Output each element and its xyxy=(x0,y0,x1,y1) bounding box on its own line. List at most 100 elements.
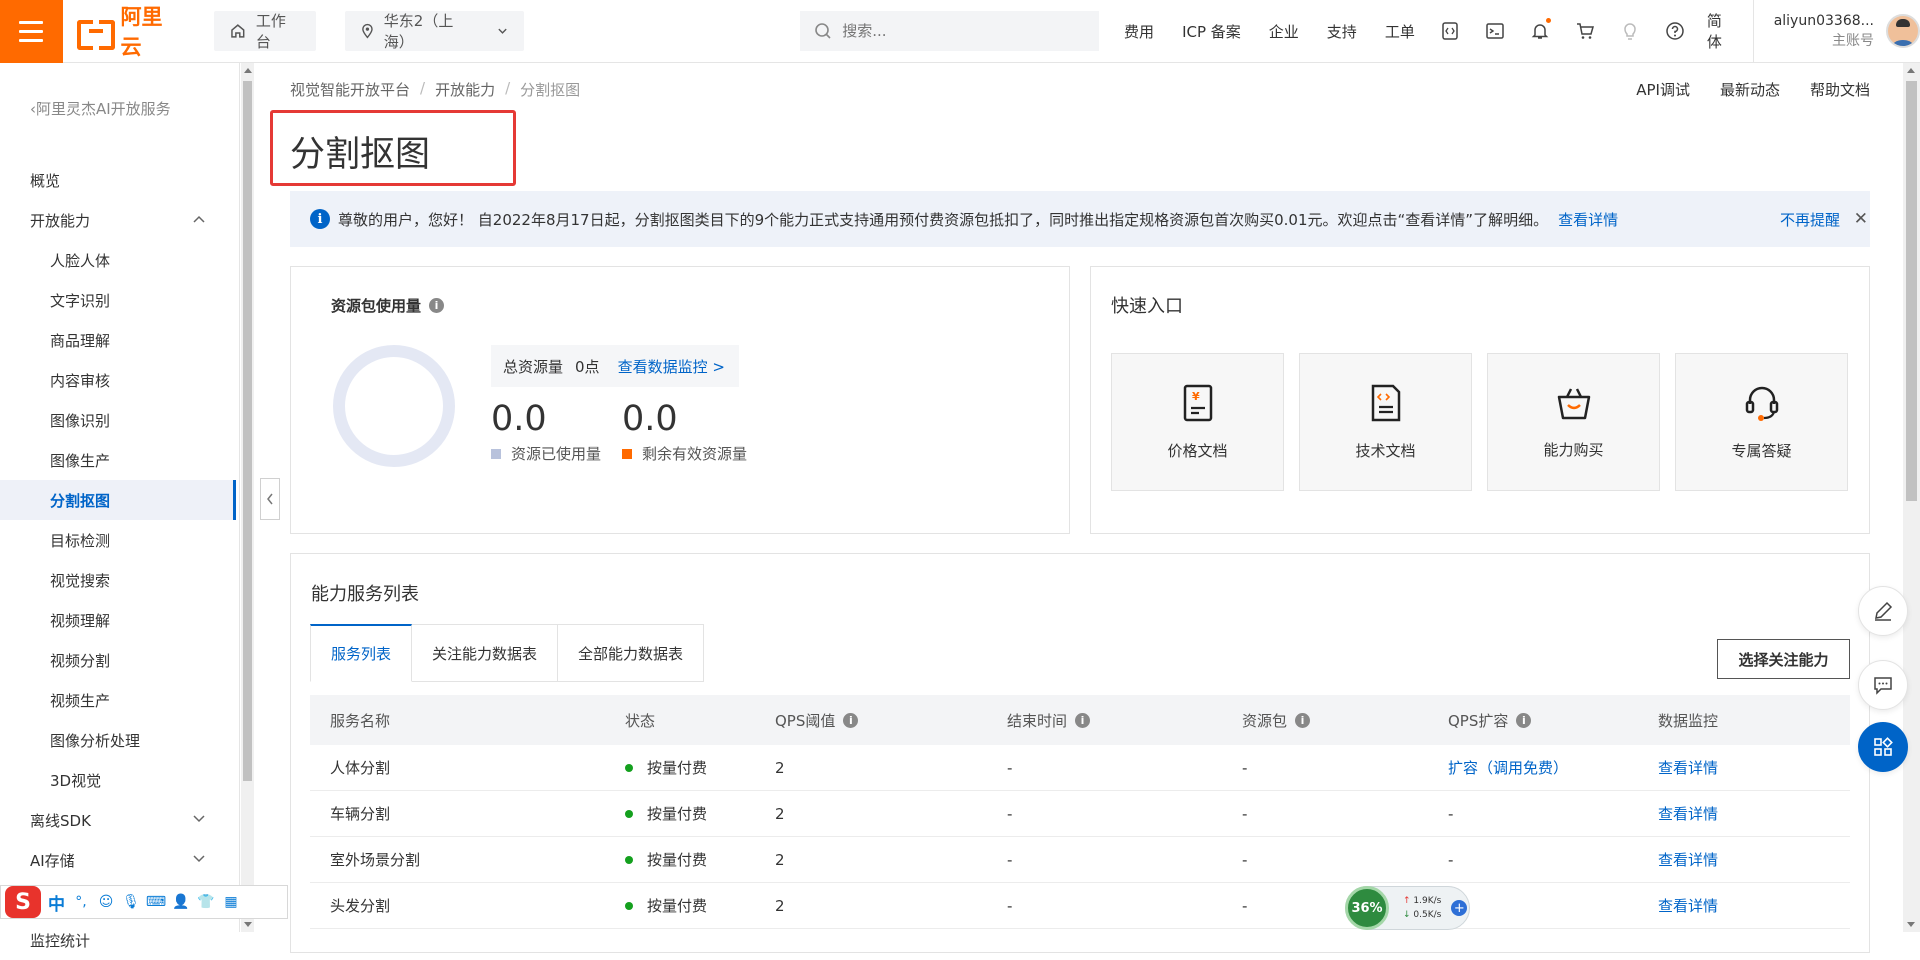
sidebar-item[interactable]: 目标检测 xyxy=(0,520,236,560)
sidebar-item[interactable]: 概览 xyxy=(0,160,236,200)
sidebar-item[interactable]: 监控统计 xyxy=(0,920,236,960)
cell-expand: - xyxy=(1448,804,1454,823)
search-input[interactable] xyxy=(842,22,1083,40)
cell-monitor[interactable]: 查看详情 xyxy=(1658,895,1718,916)
top-link-support[interactable]: 支持 xyxy=(1327,21,1357,42)
page-scroll-thumb[interactable] xyxy=(1906,81,1917,501)
quick-tile-price-doc[interactable]: ¥ 价格文档 xyxy=(1111,353,1284,491)
scroll-down-arrow[interactable] xyxy=(1907,922,1915,927)
info-icon[interactable]: i xyxy=(843,712,859,728)
cell-monitor[interactable]: 查看详情 xyxy=(1658,757,1718,778)
edit-float-button[interactable] xyxy=(1858,586,1908,636)
sidebar-item[interactable]: 文字识别 xyxy=(0,280,236,320)
sidebar-item[interactable]: 内容审核 xyxy=(0,360,236,400)
language-switch[interactable]: 简体 xyxy=(1707,10,1737,52)
notice-details-link[interactable]: 查看详情 xyxy=(1558,209,1618,230)
info-icon[interactable]: i xyxy=(1075,712,1091,728)
region-selector[interactable]: 华东2（上海） xyxy=(344,11,525,51)
info-icon[interactable]: i xyxy=(1516,712,1532,728)
terminal-icon[interactable] xyxy=(1484,20,1506,42)
chat-float-button[interactable] xyxy=(1858,660,1908,710)
top-link-enterprise[interactable]: 企业 xyxy=(1269,21,1299,42)
cell-expand[interactable]: 扩容（调用免费） xyxy=(1448,757,1568,778)
search-box[interactable] xyxy=(800,11,1100,51)
skin-shirt-icon[interactable]: 👕 xyxy=(197,893,215,911)
sidebar-item[interactable]: 离线SDK xyxy=(0,800,236,840)
sidebar-item[interactable]: 图像识别 xyxy=(0,400,236,440)
keyboard-icon[interactable]: ⌨ xyxy=(146,893,166,911)
quick-tile-support[interactable]: 专属答疑 xyxy=(1675,353,1848,491)
shopping-bag-icon xyxy=(1557,387,1590,419)
news-link[interactable]: 最新动态 xyxy=(1720,79,1780,100)
sidebar-back-link[interactable]: ‹阿里灵杰AI开放服务 xyxy=(30,98,171,119)
toolbox-grid-icon[interactable]: ▦ xyxy=(222,893,240,911)
table-cell: 扩容（调用免费） xyxy=(1428,757,1638,778)
bell-icon[interactable] xyxy=(1529,18,1551,42)
ime-mode-toggle[interactable]: 中 xyxy=(48,890,65,915)
breadcrumb-item[interactable]: 视觉智能开放平台 xyxy=(290,79,410,100)
breadcrumb-item[interactable]: 开放能力 xyxy=(435,79,495,100)
notice-dismiss-link[interactable]: 不再提醒 xyxy=(1780,209,1840,230)
tab-all-data[interactable]: 全部能力数据表 xyxy=(558,624,705,682)
scroll-up-arrow[interactable] xyxy=(1907,68,1915,73)
emoji-icon[interactable]: ☺ xyxy=(97,893,115,911)
close-icon[interactable]: ✕ xyxy=(1854,209,1868,229)
apps-float-button[interactable] xyxy=(1858,722,1908,772)
sidebar-collapse-button[interactable] xyxy=(260,478,280,520)
info-icon[interactable]: i xyxy=(429,298,445,313)
top-link-fees[interactable]: 费用 xyxy=(1124,21,1154,42)
sogou-logo-icon[interactable]: S xyxy=(5,886,41,918)
account-menu[interactable]: aliyun03368... 主账号 xyxy=(1752,0,1920,63)
sidebar-item[interactable]: 3D视觉 xyxy=(0,760,236,800)
sidebar-item[interactable]: 商品理解 xyxy=(0,320,236,360)
top-link-icp[interactable]: ICP 备案 xyxy=(1182,21,1241,42)
help-icon[interactable] xyxy=(1664,20,1686,42)
info-icon[interactable]: i xyxy=(1295,712,1311,728)
page-scrollbar[interactable] xyxy=(1903,63,1920,932)
table-cell: 按量付费 xyxy=(605,757,755,778)
sidebar-item[interactable]: 开放能力 xyxy=(0,200,236,240)
sidebar-item[interactable]: AI存储 xyxy=(0,840,236,880)
help-docs-link[interactable]: 帮助文档 xyxy=(1810,79,1870,100)
sidebar-item[interactable]: 视频生产 xyxy=(0,680,236,720)
avatar[interactable] xyxy=(1885,14,1920,48)
tab-followed-data[interactable]: 关注能力数据表 xyxy=(412,624,559,682)
hamburger-menu-button[interactable] xyxy=(0,0,63,63)
punctuation-icon[interactable]: °, xyxy=(72,893,90,911)
sidebar-item[interactable]: 图像分析处理 xyxy=(0,720,236,760)
sidebar-item[interactable]: 视频理解 xyxy=(0,600,236,640)
select-followed-button[interactable]: 选择关注能力 xyxy=(1717,639,1850,679)
plus-icon[interactable]: + xyxy=(1451,900,1468,916)
quick-tile-purchase[interactable]: 能力购买 xyxy=(1487,353,1660,491)
data-monitor-link[interactable]: 查看数据监控 > xyxy=(618,356,725,377)
scroll-up-arrow[interactable] xyxy=(244,68,252,73)
sidebar-scrollbar[interactable] xyxy=(241,63,254,932)
quick-tile-tech-doc[interactable]: 技术文档 xyxy=(1299,353,1472,491)
user-icon[interactable]: 👤 xyxy=(172,893,190,911)
code-icon[interactable] xyxy=(1439,20,1461,42)
sidebar-item[interactable]: 视觉搜索 xyxy=(0,560,236,600)
aliyun-logo[interactable]: 阿里云 xyxy=(76,1,184,61)
sidebar-item[interactable]: 人脸人体 xyxy=(0,240,236,280)
sidebar-item-label: 商品理解 xyxy=(50,331,111,350)
cart-icon[interactable] xyxy=(1574,20,1596,42)
sidebar-item[interactable]: 图像生产 xyxy=(0,440,236,480)
sidebar-item[interactable]: 分割抠图 xyxy=(0,480,236,520)
search-icon xyxy=(815,23,831,39)
cell-monitor[interactable]: 查看详情 xyxy=(1658,803,1718,824)
tab-service-list[interactable]: 服务列表 xyxy=(310,624,413,682)
sidebar-item-label: 视频分割 xyxy=(50,651,111,670)
cell-monitor[interactable]: 查看详情 xyxy=(1658,849,1718,870)
sidebar-item[interactable]: 视频分割 xyxy=(0,640,236,680)
lightbulb-icon[interactable] xyxy=(1619,20,1641,42)
network-monitor-widget[interactable]: 36% ↑ 1.9K/s ↓ 0.5K/s + xyxy=(1345,886,1470,930)
workbench-button[interactable]: 工作台 xyxy=(214,11,316,51)
api-debug-link[interactable]: API调试 xyxy=(1636,79,1690,100)
sidebar-item-label: 图像分析处理 xyxy=(50,731,141,750)
usage-title-text: 资源包使用量 xyxy=(331,297,422,315)
scroll-down-arrow[interactable] xyxy=(244,922,252,927)
cell-status: 按量付费 xyxy=(647,805,708,823)
microphone-icon[interactable]: 🎙 xyxy=(122,893,140,911)
top-link-ticket[interactable]: 工单 xyxy=(1385,21,1415,42)
sidebar-scroll-thumb[interactable] xyxy=(243,81,252,781)
